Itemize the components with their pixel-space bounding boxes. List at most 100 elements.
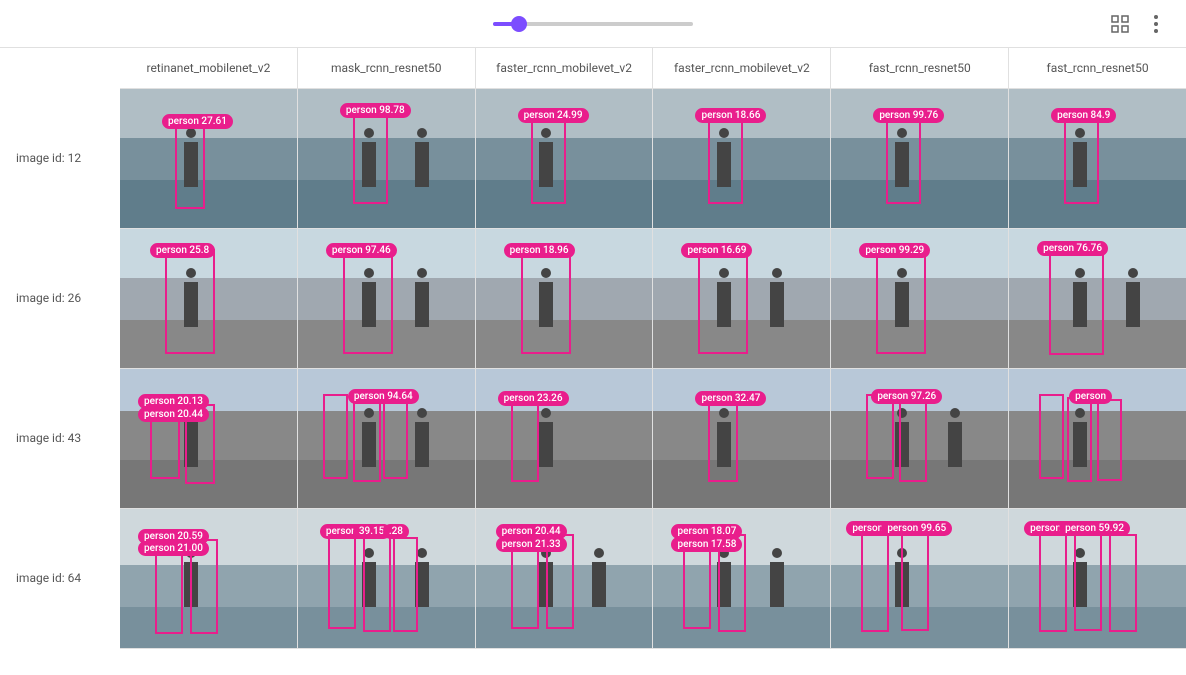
- step-control: [483, 22, 703, 26]
- cell-bg-3-4: person 95.05person 99.65: [831, 509, 1008, 648]
- grid-cell-1-2: person 18.96: [476, 229, 654, 368]
- detection-box: [1097, 399, 1122, 481]
- detection-label: person 99.29: [859, 243, 930, 258]
- more-icon: [1154, 15, 1158, 33]
- detection-box: [698, 249, 748, 354]
- person-body: [948, 422, 962, 467]
- cell-bg-2-0: person 20.13person 20.44: [120, 369, 297, 508]
- detection-label: person 99.65: [881, 521, 952, 536]
- person-body: [1126, 282, 1140, 327]
- detection-label: person 27.61: [162, 114, 233, 129]
- grid-cell-2-5: person: [1009, 369, 1186, 508]
- grid-main[interactable]: retinanet_mobilenet_v2mask_rcnn_resnet50…: [120, 48, 1186, 675]
- person-head: [594, 548, 604, 558]
- grid-cell-3-5: person 82.43person 59.92: [1009, 509, 1186, 648]
- detection-box: [511, 397, 539, 482]
- detection-label: person 76.76: [1037, 241, 1108, 256]
- row-label-header-spacer: [0, 48, 120, 88]
- person-body: [415, 282, 429, 327]
- row-label-1: image id: 26: [0, 228, 120, 368]
- detection-box: [521, 249, 571, 354]
- person-head: [541, 408, 551, 418]
- detection-box: [876, 249, 926, 354]
- cell-bg-1-2: person 18.96: [476, 229, 653, 368]
- cell-bg-3-3: person 18.07person 17.58: [653, 509, 830, 648]
- grid-cell-2-1: person 94.64: [298, 369, 476, 508]
- detection-box: [1074, 531, 1102, 631]
- person-body: [539, 422, 553, 467]
- grid-cell-3-4: person 95.05person 99.65: [831, 509, 1009, 648]
- person-head: [1128, 268, 1138, 278]
- detection-box: [353, 397, 381, 482]
- detection-label: person 18.96: [504, 243, 575, 258]
- detection-box: [886, 114, 921, 204]
- col-header-4: fast_rcnn_resnet50: [831, 48, 1009, 88]
- cell-bg-2-4: person 97.26: [831, 369, 1008, 508]
- grid-cell-0-5: person 84.9: [1009, 89, 1186, 228]
- grid-cell-2-2: person 23.26: [476, 369, 654, 508]
- person-head: [417, 128, 427, 138]
- detection-box: [1039, 527, 1067, 632]
- detection-box: [708, 114, 743, 204]
- detection-box: [1109, 534, 1137, 632]
- col-header-2: faster_rcnn_mobilevet_v2: [476, 48, 654, 88]
- detection-label: person 84.9: [1051, 108, 1116, 123]
- grid-row-0: person 27.61 person 98.78person 24.99 pers…: [120, 89, 1186, 229]
- grid-cell-3-1: person 94.4539.15.28: [298, 509, 476, 648]
- detection-label: person 21.00: [138, 541, 209, 556]
- grid-row-3: person 20.59person 21.00person 94.4539.1…: [120, 509, 1186, 649]
- detection-box: [393, 537, 418, 632]
- header-actions: [1106, 10, 1170, 38]
- cell-bg-1-0: person 25.8: [120, 229, 297, 368]
- detection-box: [323, 394, 348, 479]
- person-body: [770, 282, 784, 327]
- cell-bg-3-5: person 82.43person 59.92: [1009, 509, 1186, 648]
- more-menu-button[interactable]: [1142, 10, 1170, 38]
- cell-bg-0-1: person 98.78: [298, 89, 475, 228]
- detection-box: [1039, 394, 1064, 479]
- detection-box: [1064, 114, 1099, 204]
- row-label-3: image id: 64: [0, 508, 120, 648]
- step-slider[interactable]: [493, 22, 693, 26]
- row-label-2: image id: 43: [0, 368, 120, 508]
- detection-box: [353, 109, 388, 204]
- grid-cell-0-1: person 98.78: [298, 89, 476, 228]
- cell-bg-2-1: person 94.64: [298, 369, 475, 508]
- detection-box: [383, 399, 408, 479]
- header: [0, 0, 1186, 48]
- detection-box: [531, 114, 566, 204]
- grid-cell-1-5: person 76.76: [1009, 229, 1186, 368]
- detection-box: [1067, 397, 1092, 482]
- col-header-0: retinanet_mobilenet_v2: [120, 48, 298, 88]
- detection-box: [175, 119, 205, 209]
- detection-label: person 94.64: [348, 389, 419, 404]
- cell-bg-0-5: person 84.9: [1009, 89, 1186, 228]
- grid-row-2: person 20.13person 20.44 person 94.64 pers…: [120, 369, 1186, 509]
- person-head: [417, 548, 427, 558]
- col-headers: retinanet_mobilenet_v2mask_rcnn_resnet50…: [120, 48, 1186, 89]
- cell-bg-3-0: person 20.59person 21.00: [120, 509, 297, 648]
- detection-label: person 17.58: [671, 537, 742, 552]
- person-head: [772, 548, 782, 558]
- cell-bg-2-3: person 32.47: [653, 369, 830, 508]
- cell-bg-0-0: person 27.61: [120, 89, 297, 228]
- person-body: [592, 562, 606, 607]
- detection-label: person 59.92: [1059, 521, 1130, 536]
- person-body: [415, 422, 429, 467]
- detection-label: person 32.47: [695, 391, 766, 406]
- person-head: [417, 408, 427, 418]
- detection-label: person 18.66: [695, 108, 766, 123]
- cell-bg-0-4: person 99.76: [831, 89, 1008, 228]
- grid-cell-0-0: person 27.61: [120, 89, 298, 228]
- person-body: [415, 142, 429, 187]
- cell-bg-1-3: person 16.69: [653, 229, 830, 368]
- row-label-0: image id: 12: [0, 88, 120, 228]
- detection-box: [1049, 247, 1104, 355]
- detection-box: [363, 534, 391, 632]
- expand-button[interactable]: [1106, 10, 1134, 38]
- grid-cell-2-3: person 32.47: [653, 369, 831, 508]
- grid-cell-3-2: person 20.44person 21.33: [476, 509, 654, 648]
- cell-bg-2-2: person 23.26: [476, 369, 653, 508]
- cell-bg-1-4: person 99.29: [831, 229, 1008, 368]
- grid-cell-0-2: person 24.99: [476, 89, 654, 228]
